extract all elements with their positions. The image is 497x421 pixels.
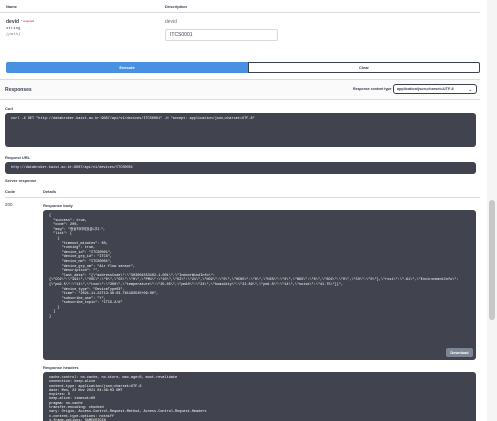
status-code: 200 xyxy=(5,202,13,207)
response-headers-label: Response headers xyxy=(43,365,79,370)
code-column-header: Code xyxy=(5,189,15,194)
required-marker: * required xyxy=(21,19,35,23)
response-body-label: Response body xyxy=(43,203,73,208)
scrollbar-thumb[interactable] xyxy=(489,200,495,320)
content-type-select[interactable]: application/json;charset=UTF-8 ⌄ xyxy=(393,84,477,94)
request-url-box[interactable]: http://databroker.kaist.ac.kr:9087/api/v… xyxy=(5,162,476,174)
request-url-label: Request URL xyxy=(5,155,31,160)
content-type-value: application/json;charset=UTF-8 xyxy=(397,87,454,91)
response-table-header: Code Details xyxy=(5,187,480,197)
chevron-down-icon: ⌄ xyxy=(468,87,472,92)
parameter-type: string xyxy=(6,27,21,31)
action-buttons: Execute Clear xyxy=(6,62,480,73)
server-response-label: Server response xyxy=(5,178,37,183)
responses-title: Responses xyxy=(5,87,32,93)
column-name-header: Name xyxy=(6,3,17,9)
curl-command: curl -X GET "http://databroker.kaist.ac.… xyxy=(11,117,255,121)
parameter-name-text: devid xyxy=(6,19,20,25)
curl-label: Curl xyxy=(5,106,13,111)
execute-button[interactable]: Execute xyxy=(6,62,248,73)
curl-command-box[interactable]: curl -X GET "http://databroker.kaist.ac.… xyxy=(5,113,476,147)
content-type-label: Response content type xyxy=(353,87,392,91)
response-body-json: { "success": true, "code": 200, "msg": "… xyxy=(49,214,459,320)
responses-header: Responses Response content type applicat… xyxy=(0,80,480,99)
devid-input[interactable]: ITCS0001 xyxy=(165,29,278,41)
download-button[interactable]: Download xyxy=(446,348,473,357)
table-divider xyxy=(5,197,480,198)
details-column-header: Details xyxy=(43,189,57,194)
parameter-location: (path) xyxy=(6,33,21,37)
response-body-box[interactable]: { "success": true, "code": 200, "msg": "… xyxy=(43,210,476,360)
parameter-description: devid xyxy=(165,19,177,25)
parameter-row-devid: devid * required string (path) devid ITCS… xyxy=(0,14,480,50)
response-headers-text: cache-control: no-cache, no-store, max-a… xyxy=(49,376,207,421)
parameters-header: Name Description xyxy=(0,0,480,13)
response-headers-box[interactable]: cache-control: no-cache, no-store, max-a… xyxy=(43,372,476,421)
column-description-header: Description xyxy=(165,3,188,9)
parameter-name: devid * required xyxy=(6,19,34,25)
section-divider xyxy=(0,99,480,100)
request-url-value: http://databroker.kaist.ac.kr:9087/api/v… xyxy=(11,166,133,170)
clear-button[interactable]: Clear xyxy=(248,62,480,73)
